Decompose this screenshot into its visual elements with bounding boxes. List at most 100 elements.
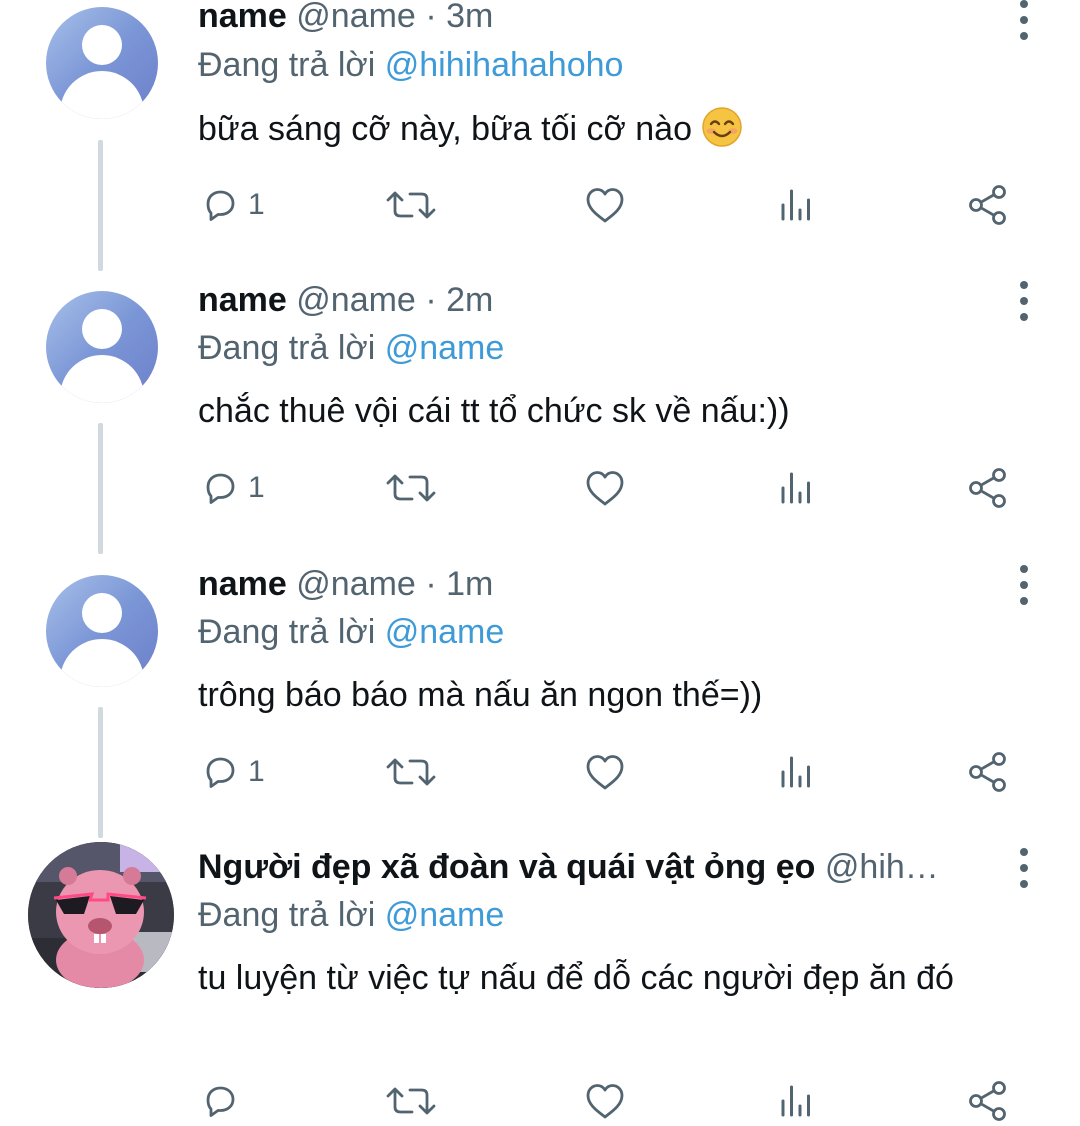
more-options-icon[interactable] (1012, 281, 1036, 321)
tweet-actions: 1 (198, 747, 1028, 797)
like-icon (583, 1081, 627, 1121)
user-handle[interactable]: @name (296, 0, 416, 35)
share-icon (966, 466, 1010, 510)
display-name[interactable]: name (198, 565, 287, 603)
reply-button[interactable] (200, 1076, 248, 1126)
replying-to: Đang trả lời @name (198, 895, 504, 935)
tweet-actions: 1 (198, 463, 1028, 513)
retweet-button[interactable] (386, 1076, 436, 1126)
avatar[interactable] (46, 7, 158, 119)
avatar-head-shape (82, 309, 122, 349)
like-button[interactable] (583, 463, 627, 513)
tweet-text-content: chắc thuê vội cái tt tổ chức sk về nấu:)… (198, 392, 790, 430)
like-icon (583, 185, 627, 225)
views-icon (776, 185, 816, 225)
display-name[interactable]: name (198, 0, 287, 35)
like-icon (583, 468, 627, 508)
reply-count: 1 (248, 471, 265, 504)
more-options-icon[interactable] (1012, 0, 1036, 40)
reply-button[interactable]: 1 (200, 463, 265, 513)
views-button[interactable] (776, 463, 816, 513)
replying-to-label: Đang trả lời (198, 46, 376, 84)
retweet-icon (386, 468, 436, 508)
timestamp[interactable]: 2m (446, 281, 493, 319)
avatar[interactable] (46, 575, 158, 687)
more-options-icon[interactable] (1012, 848, 1036, 888)
tweet-text: tu luyện từ việc tự nấu để dỗ các người … (198, 956, 1028, 1000)
user-handle[interactable]: @name (296, 565, 416, 603)
retweet-button[interactable] (386, 180, 436, 230)
like-button[interactable] (583, 180, 627, 230)
tweet-text-content: trông báo báo mà nấu ăn ngon thế=)) (198, 676, 763, 714)
replying-to: Đang trả lời @name (198, 612, 504, 652)
share-icon (966, 1079, 1010, 1123)
like-button[interactable] (583, 747, 627, 797)
thread-line (98, 707, 103, 838)
reply-button[interactable]: 1 (200, 747, 265, 797)
separator-dot: · (425, 565, 437, 603)
display-name[interactable]: Người đẹp xã đoàn và quái vật ỏng ẹo (198, 848, 815, 886)
replying-to-label: Đang trả lời (198, 896, 376, 934)
mention-link[interactable]: @name (385, 329, 505, 367)
reply-icon (200, 468, 240, 508)
retweet-icon (386, 752, 436, 792)
separator-dot: · (425, 0, 437, 35)
timestamp[interactable]: 3m (446, 0, 493, 35)
more-options-icon[interactable] (1012, 565, 1036, 605)
retweet-button[interactable] (386, 747, 436, 797)
mention-link[interactable]: @hihihahahoho (385, 46, 624, 84)
views-icon (776, 468, 816, 508)
share-button[interactable] (966, 463, 1010, 513)
tweet-header: name @name · 3m (198, 0, 493, 36)
thread-line (98, 140, 103, 271)
mention-link[interactable]: @name (385, 896, 505, 934)
reply-icon (200, 752, 240, 792)
avatar-body-shape (60, 355, 144, 403)
separator-dot: · (425, 281, 437, 319)
share-button[interactable] (966, 747, 1010, 797)
tweet-text-content: tu luyện từ việc tự nấu để dỗ các người … (198, 959, 954, 997)
avatar-body-shape (60, 71, 144, 119)
share-icon (966, 750, 1010, 794)
like-icon (583, 752, 627, 792)
tweet-header: name @name · 1m (198, 564, 493, 604)
display-name[interactable]: name (198, 281, 287, 319)
user-handle[interactable]: @name (296, 281, 416, 319)
tweet-actions: 1 (198, 180, 1028, 230)
views-icon (776, 752, 816, 792)
mention-link[interactable]: @name (385, 613, 505, 651)
share-button[interactable] (966, 180, 1010, 230)
reply-button[interactable]: 1 (200, 180, 265, 230)
avatar-head-shape (82, 593, 122, 633)
views-button[interactable] (776, 747, 816, 797)
tweet-header: Người đẹp xã đoàn và quái vật ỏng ẹo @hi… (198, 847, 939, 887)
tweet-header: name @name · 2m (198, 280, 493, 320)
avatar[interactable] (46, 291, 158, 403)
reply-count: 1 (248, 755, 265, 788)
tweet-text-content: bữa sáng cỡ này, bữa tối cỡ nào (198, 110, 692, 148)
reply-icon (200, 1081, 240, 1121)
retweet-icon (386, 185, 436, 225)
avatar-body-shape (60, 639, 144, 687)
pink-beaver-avatar-image (28, 842, 174, 988)
replying-to-label: Đang trả lời (198, 329, 376, 367)
retweet-icon (386, 1081, 436, 1121)
thread-line (98, 423, 103, 554)
views-button[interactable] (776, 1076, 816, 1126)
avatar-head-shape (82, 25, 122, 65)
like-button[interactable] (583, 1076, 627, 1126)
timestamp[interactable]: 1m (446, 565, 493, 603)
tweet-actions (198, 1076, 1028, 1126)
views-button[interactable] (776, 180, 816, 230)
share-button[interactable] (966, 1076, 1010, 1126)
reply-icon (200, 185, 240, 225)
tweet-text: chắc thuê vội cái tt tổ chức sk về nấu:)… (198, 389, 1028, 433)
smiling-face-emoji-icon (701, 106, 743, 148)
share-icon (966, 183, 1010, 227)
retweet-button[interactable] (386, 463, 436, 513)
avatar[interactable] (28, 842, 174, 988)
user-handle[interactable]: @hih… (825, 848, 939, 886)
replying-to-label: Đang trả lời (198, 613, 376, 651)
replying-to: Đang trả lời @name (198, 328, 504, 368)
views-icon (776, 1081, 816, 1121)
